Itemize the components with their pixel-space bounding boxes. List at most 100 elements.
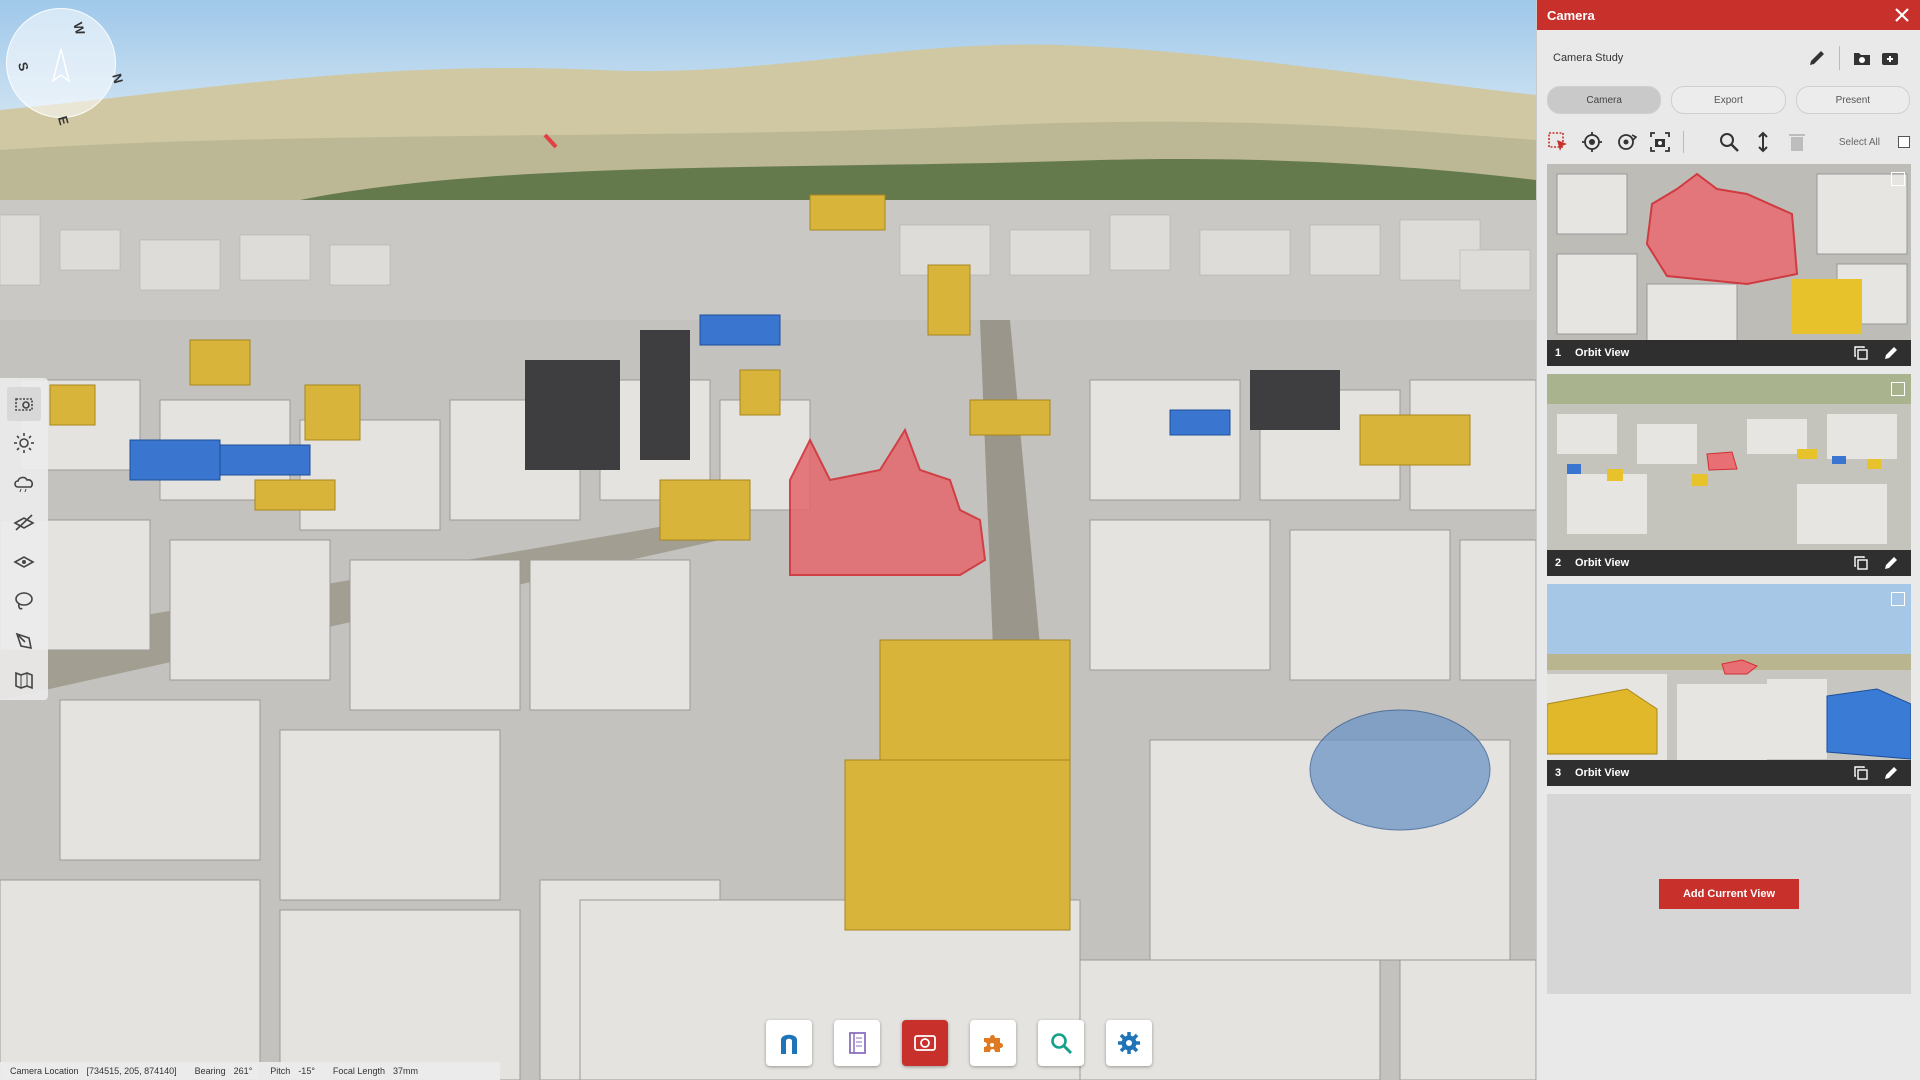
puzzle-icon xyxy=(984,1035,1003,1052)
divider xyxy=(1683,131,1684,153)
dock-search-button[interactable] xyxy=(1038,1020,1084,1066)
view-bar: 3 Orbit View xyxy=(1547,760,1911,786)
pitch-value: -15° xyxy=(298,1066,315,1076)
view-thumbnail xyxy=(1547,374,1911,576)
height-arrow-icon[interactable] xyxy=(1752,131,1774,153)
camera-folder-icon xyxy=(1854,53,1870,65)
camera-tool-button[interactable] xyxy=(7,387,41,421)
hide-icon xyxy=(13,514,35,531)
view-checkbox[interactable] xyxy=(1891,382,1905,396)
duplicate-view-button[interactable] xyxy=(1849,553,1873,573)
select-cursor-icon[interactable] xyxy=(1547,131,1569,153)
view-card[interactable]: 3 Orbit View xyxy=(1547,584,1911,786)
dock-camera-button[interactable] xyxy=(902,1020,948,1066)
lasso-icon xyxy=(15,592,33,610)
study-name: Camera Study xyxy=(1553,52,1624,64)
view-name: Orbit View xyxy=(1575,347,1630,359)
pencil-icon xyxy=(1810,51,1824,65)
view-name: Orbit View xyxy=(1575,767,1630,779)
select-all-label: Select All xyxy=(1838,136,1880,148)
3d-viewport[interactable]: W N E S Camera Location [734515, 205, 87… xyxy=(0,0,1536,1080)
bearing-value: 261° xyxy=(233,1066,253,1076)
compass[interactable]: W N E S xyxy=(6,8,126,127)
tab-camera[interactable]: Camera xyxy=(1547,86,1662,114)
view-card[interactable]: 1 Orbit View xyxy=(1547,164,1911,366)
camera-icon xyxy=(15,397,33,411)
select-all-checkbox[interactable] xyxy=(1898,136,1910,148)
dock-magnet-button[interactable] xyxy=(766,1020,812,1066)
pencil-icon xyxy=(1885,557,1897,569)
gear-icon xyxy=(1118,1032,1140,1054)
dock-notebook-button[interactable] xyxy=(834,1020,880,1066)
tab-export[interactable]: Export xyxy=(1671,86,1786,114)
edit-study-button[interactable] xyxy=(1803,44,1831,72)
saved-views-list: 1 Orbit View 2 Orbit View 3 Orbit View xyxy=(1547,164,1911,794)
sun-icon xyxy=(14,433,34,454)
bottom-dock xyxy=(766,1020,1152,1066)
copy-icon xyxy=(1854,346,1868,360)
layers-tool-button[interactable] xyxy=(7,545,41,579)
bearing-label: Bearing xyxy=(194,1066,226,1076)
magnet-icon xyxy=(781,1034,797,1054)
draw-tool-button[interactable] xyxy=(7,624,41,658)
divider xyxy=(1839,46,1840,70)
screenshot-icon[interactable] xyxy=(1649,131,1671,153)
pencil-icon xyxy=(1885,767,1897,779)
left-toolbar xyxy=(0,378,48,700)
cloud-icon xyxy=(14,476,34,492)
add-camera-button[interactable] xyxy=(1876,44,1904,72)
add-camera-icon xyxy=(1882,53,1898,65)
panel-title: Camera xyxy=(1547,7,1595,23)
camera-icon xyxy=(914,1035,936,1051)
duplicate-view-button[interactable] xyxy=(1849,343,1873,363)
edit-view-button[interactable] xyxy=(1879,343,1903,363)
map-icon xyxy=(15,672,33,690)
edit-view-button[interactable] xyxy=(1879,553,1903,573)
copy-icon xyxy=(1854,766,1868,780)
compass-needle-icon xyxy=(51,48,71,83)
city-scene[interactable] xyxy=(0,0,1536,1080)
close-icon[interactable] xyxy=(1894,7,1910,23)
trash-icon[interactable] xyxy=(1786,131,1808,153)
focal-length-value: 37mm xyxy=(392,1066,418,1076)
notebook-icon xyxy=(849,1032,866,1054)
weather-tool-button[interactable] xyxy=(7,466,41,500)
study-row: Camera Study xyxy=(1537,30,1920,86)
view-thumbnail xyxy=(1547,164,1911,366)
tab-present[interactable]: Present xyxy=(1795,86,1910,114)
add-current-view-button[interactable]: Add Current View xyxy=(1659,879,1799,909)
orbit-target-icon[interactable] xyxy=(1615,131,1637,153)
visibility-tool-button[interactable] xyxy=(7,506,41,540)
camera-location-value: [734515, 205, 874140] xyxy=(86,1066,177,1076)
map-tool-button[interactable] xyxy=(7,664,41,698)
view-name: Orbit View xyxy=(1575,557,1630,569)
view-card[interactable]: 2 Orbit View xyxy=(1547,374,1911,576)
sun-tool-button[interactable] xyxy=(7,427,41,461)
copy-icon xyxy=(1854,556,1868,570)
search-icon xyxy=(1051,1033,1073,1055)
layers-icon xyxy=(13,555,35,568)
lasso-tool-button[interactable] xyxy=(7,585,41,619)
dock-settings-button[interactable] xyxy=(1106,1020,1152,1066)
view-bar: 2 Orbit View xyxy=(1547,550,1911,576)
view-checkbox[interactable] xyxy=(1891,172,1905,186)
view-number: 1 xyxy=(1555,347,1562,359)
edit-view-button[interactable] xyxy=(1879,763,1903,783)
camera-location-label: Camera Location xyxy=(10,1066,79,1076)
pitch-label: Pitch xyxy=(270,1066,291,1076)
camera-tools-row: Select All xyxy=(1537,122,1920,162)
panel-header: Camera xyxy=(1537,0,1920,30)
panel-tabs: Camera Export Present xyxy=(1537,86,1920,114)
zoom-icon[interactable] xyxy=(1718,131,1740,153)
view-thumbnail xyxy=(1547,584,1911,786)
dock-puzzle-button[interactable] xyxy=(970,1020,1016,1066)
pen-icon xyxy=(15,632,33,649)
view-checkbox[interactable] xyxy=(1891,592,1905,606)
add-view-area: Add Current View xyxy=(1547,794,1911,994)
duplicate-view-button[interactable] xyxy=(1849,763,1873,783)
pencil-icon xyxy=(1885,347,1897,359)
focal-length-label: Focal Length xyxy=(332,1066,385,1076)
target-icon[interactable] xyxy=(1581,131,1603,153)
camera-folder-button[interactable] xyxy=(1848,44,1876,72)
camera-panel: Camera Camera Study Camera Export Presen… xyxy=(1536,0,1920,1080)
